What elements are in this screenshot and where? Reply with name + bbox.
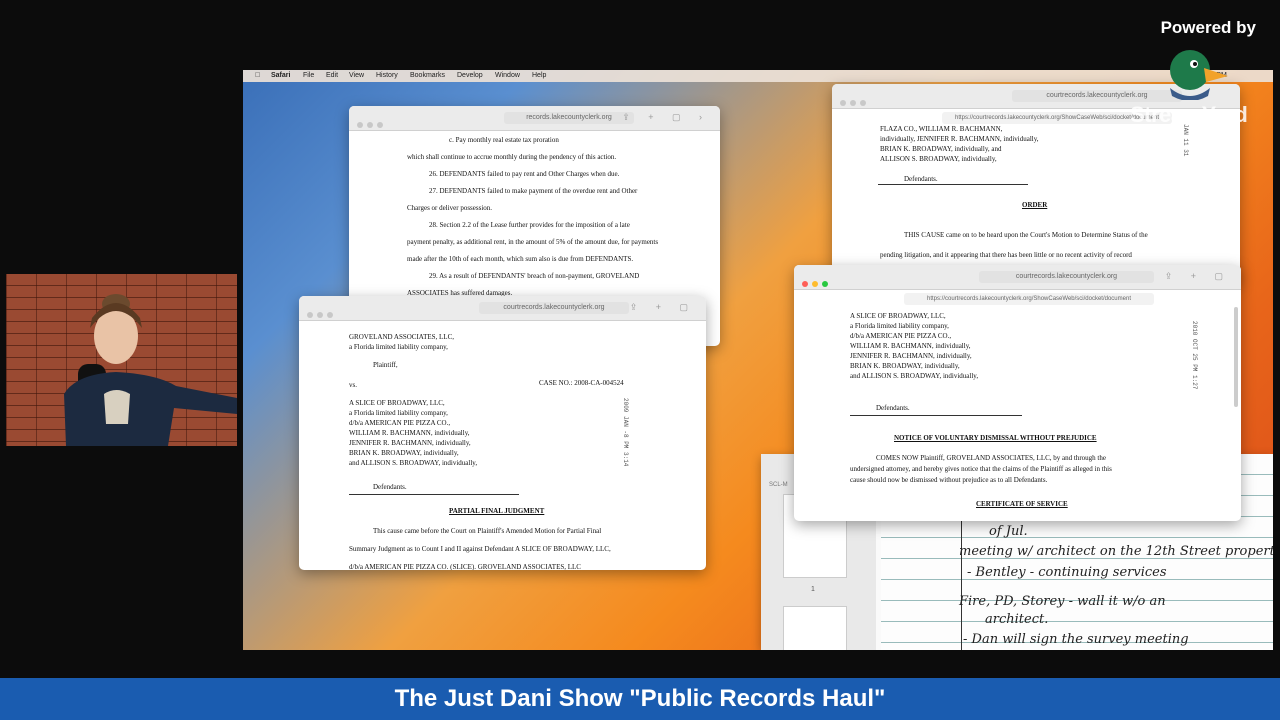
- doc-heading: NOTICE OF VOLUNTARY DISMISSAL WITHOUT PR…: [894, 434, 1097, 442]
- presenter-silhouette: [64, 294, 237, 446]
- doc-line: JENNIFER R. BACHMANN, individually,: [850, 352, 972, 360]
- page-thumbnail[interactable]: [783, 606, 847, 650]
- doc-line: BRIAN K. BROADWAY, individually,: [349, 449, 459, 457]
- doc-line: 29. As a result of DEFENDANTS' breach of…: [429, 272, 640, 280]
- doc-line: d/b/a AMERICAN PIE PIZZA CO.,: [850, 332, 952, 340]
- menu-develop[interactable]: Develop: [457, 72, 483, 79]
- handwriting-line: of Jul.: [989, 524, 1028, 539]
- doc-line: JENNIFER R. BACHMANN, individually,: [349, 439, 471, 447]
- doc-line: WILLIAM R. BACHMANN, individually,: [349, 429, 470, 437]
- doc-line: 28. Section 2.2 of the Lease further pro…: [429, 221, 630, 229]
- mac-menubar:  Safari File Edit View History Bookmark…: [243, 70, 1273, 82]
- screen-share:  Safari File Edit View History Bookmark…: [243, 70, 1273, 650]
- doc-line: payment penalty, as additional rent, in …: [407, 238, 659, 246]
- page-number: 1: [811, 586, 815, 593]
- doc-line: A SLICE OF BROADWAY, LLC,: [349, 399, 445, 407]
- doc-line: BRIAN K. BROADWAY, individually,: [850, 362, 960, 370]
- clerk-stamp: 2010 OCT 25 PM 1:27: [1191, 321, 1198, 390]
- document-page: A SLICE OF BROADWAY, LLC, a Florida limi…: [794, 307, 1241, 521]
- doc-line: individually, JENNIFER R. BACHMANN, indi…: [880, 135, 1039, 143]
- address-bar[interactable]: courtrecords.lakecountyclerk.org: [479, 302, 629, 314]
- doc-line: made after the 10th of each month, which…: [407, 255, 634, 263]
- streamyard-watermark: StreamYard: [1130, 102, 1248, 127]
- signature-rule: [878, 184, 1028, 185]
- doc-line: COMES NOW Plaintiff, GROVELAND ASSOCIATE…: [876, 454, 1106, 462]
- menu-view[interactable]: View: [349, 72, 364, 79]
- apple-icon[interactable]: : [255, 72, 260, 79]
- doc-line: and ALLISON S. BROADWAY, individually,: [349, 459, 478, 467]
- doc-line: a Florida limited liability company,: [850, 322, 949, 330]
- doc-line: and ALLISON S. BROADWAY, individually,: [850, 372, 979, 380]
- menu-edit[interactable]: Edit: [326, 72, 338, 79]
- toolbar-icons[interactable]: ⇪ + ▢ ›: [622, 112, 710, 123]
- address-bar[interactable]: courtrecords.lakecountyclerk.org: [1012, 90, 1182, 102]
- menu-file[interactable]: File: [303, 72, 314, 79]
- doc-line: ALLISON S. BROADWAY, individually,: [880, 155, 997, 163]
- menu-safari[interactable]: Safari: [271, 72, 290, 79]
- window-toolbar: courtrecords.lakecountyclerk.org ⇪ + ▢: [794, 265, 1241, 290]
- document-page: FLAZA CO., WILLIAM R. BACHMANN, individu…: [832, 124, 1240, 284]
- full-url: https://courtrecords.lakecountyclerk.org…: [904, 293, 1154, 305]
- doc-line: 27. DEFENDANTS failed to make payment of…: [429, 187, 638, 195]
- handwriting-line: Fire, PD, Storey - wall it w/o an: [959, 594, 1166, 609]
- doc-line: c. Pay monthly real estate tax proration: [449, 136, 559, 144]
- doc-line: vs.: [349, 381, 357, 389]
- doc-line: Defendants.: [904, 175, 938, 183]
- handwriting-line: - Dan will sign the survey meeting: [963, 632, 1189, 647]
- clerk-stamp: JAN 11 31: [1182, 124, 1189, 157]
- doc-line: d/b/a AMERICAN PIE PIZZA CO.,: [349, 419, 451, 427]
- duck-logo: [1164, 48, 1230, 105]
- signature-rule: [850, 415, 1022, 416]
- address-bar[interactable]: records.lakecountyclerk.org: [504, 112, 634, 124]
- doc-line: Plaintiff,: [373, 361, 398, 369]
- window-controls[interactable]: [840, 93, 870, 111]
- scrollbar[interactable]: [1234, 307, 1238, 407]
- doc-line: WILLIAM R. BACHMANN, individually,: [850, 342, 971, 350]
- doc-line: Charges or deliver possession.: [407, 204, 493, 212]
- webcam-feed: [6, 274, 237, 446]
- doc-line: a Florida limited liability company,: [349, 409, 448, 417]
- doc-line: A SLICE OF BROADWAY, LLC,: [850, 312, 946, 320]
- doc-line: pending litigation, and it appearing tha…: [880, 251, 1132, 259]
- doc-line: a Florida limited liability company,: [349, 343, 448, 351]
- doc-line: undersigned attorney, and hereby gives n…: [850, 465, 1112, 473]
- doc-line: 26. DEFENDANTS failed to pay rent and Ot…: [429, 170, 620, 178]
- doc-heading: PARTIAL FINAL JUDGMENT: [449, 507, 545, 515]
- clerk-stamp: 2009 JAN -8 PM 3:14: [622, 398, 629, 467]
- doc-line: THIS CAUSE came on to be heard upon the …: [904, 231, 1148, 239]
- toolbar-icons[interactable]: ⇪ + ▢: [1165, 271, 1231, 282]
- menu-history[interactable]: History: [376, 72, 398, 79]
- doc-line: Defendants.: [876, 404, 910, 412]
- document-page: GROVELAND ASSOCIATES, LLC, a Florida lim…: [299, 320, 706, 570]
- powered-by-label: Powered by: [1160, 18, 1256, 37]
- browser-window-dismissal[interactable]: courtrecords.lakecountyclerk.org ⇪ + ▢ h…: [794, 265, 1241, 521]
- doc-heading: CERTIFICATE OF SERVICE: [976, 500, 1068, 508]
- doc-line: This cause came before the Court on Plai…: [373, 527, 602, 535]
- doc-line: d/b/a AMERICAN PIE PIZZA CO. (SLICE). GR…: [349, 563, 581, 570]
- handwriting-line: meeting w/ architect on the 12th Street …: [959, 544, 1273, 559]
- toolbar-icons[interactable]: ⇪ + ▢: [630, 302, 696, 313]
- window-toolbar: courtrecords.lakecountyclerk.org ⇪ + ▢: [299, 296, 706, 321]
- sidebar-label: SCL-M: [769, 482, 788, 488]
- signature-rule: [349, 494, 519, 495]
- menu-help[interactable]: Help: [532, 72, 546, 79]
- doc-line: BRIAN K. BROADWAY, individually, and: [880, 145, 1002, 153]
- handwriting-line: architect.: [985, 612, 1049, 627]
- address-bar[interactable]: courtrecords.lakecountyclerk.org: [979, 271, 1154, 283]
- handwriting-line: - Bentley - continuing services: [967, 565, 1167, 580]
- doc-heading: ORDER: [1022, 201, 1048, 209]
- window-controls[interactable]: [802, 274, 832, 292]
- window-toolbar: records.lakecountyclerk.org ⇪ + ▢ ›: [349, 106, 720, 131]
- show-title-banner: The Just Dani Show "Public Records Haul": [0, 678, 1280, 720]
- menu-bookmarks[interactable]: Bookmarks: [410, 72, 445, 79]
- menu-window[interactable]: Window: [495, 72, 520, 79]
- case-number: CASE NO.: 2008-CA-004524: [539, 379, 624, 387]
- doc-line: Defendants.: [373, 483, 407, 491]
- doc-line: cause should now be dismissed without pr…: [850, 476, 1048, 484]
- doc-line: which shall continue to accrue monthly d…: [407, 153, 617, 161]
- doc-line: FLAZA CO., WILLIAM R. BACHMANN,: [880, 125, 1003, 133]
- doc-line: GROVELAND ASSOCIATES, LLC,: [349, 333, 455, 341]
- browser-window-partial-judgment[interactable]: courtrecords.lakecountyclerk.org ⇪ + ▢ G…: [299, 296, 706, 570]
- doc-line: Summary Judgment as to Count I and II ag…: [349, 545, 611, 553]
